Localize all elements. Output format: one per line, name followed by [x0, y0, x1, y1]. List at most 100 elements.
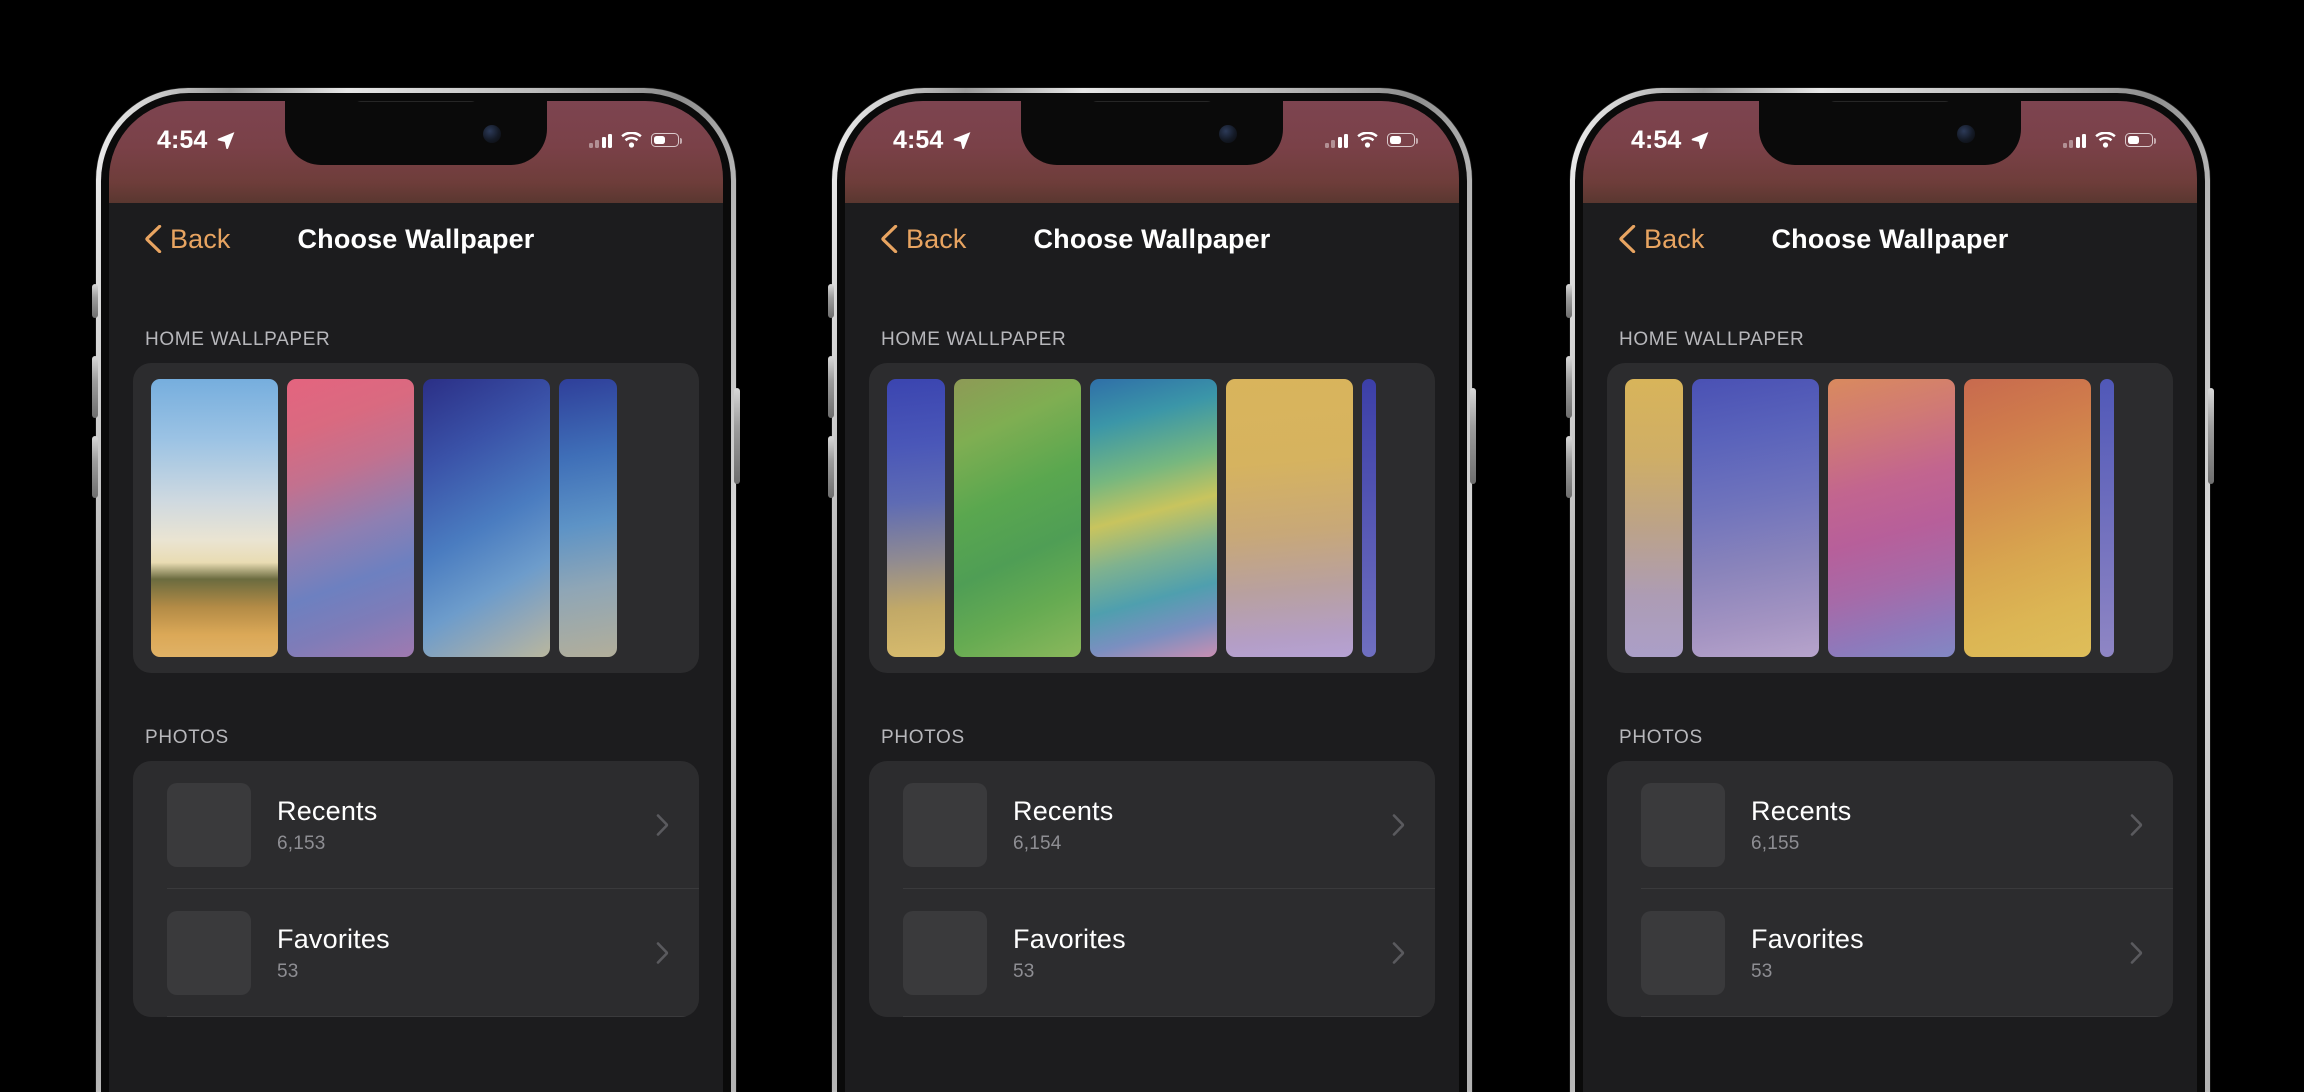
section-header-photos: PHOTOS: [145, 727, 229, 748]
power-button[interactable]: [734, 388, 740, 484]
album-thumbnail: [167, 783, 251, 867]
phone-mockup-3: 4:54 Back Choose Wallpaper HOME WALLPAPE…: [1566, 88, 2214, 1092]
back-button[interactable]: Back: [881, 224, 966, 255]
volume-down-button[interactable]: [92, 436, 98, 498]
battery-icon: [2125, 133, 2157, 147]
list-item-title: Favorites: [1751, 923, 1864, 954]
list-item-recents[interactable]: Recents 6,154: [869, 761, 1435, 889]
chevron-left-icon: [145, 225, 162, 253]
wallpaper-thumbnail[interactable]: [559, 379, 617, 657]
phone-screen-1: 4:54 Back Choose Wallpaper HOME WALLPAPE…: [109, 101, 723, 1092]
list-item-favorites[interactable]: Favorites 53: [133, 889, 699, 1017]
wallpaper-thumbnail[interactable]: [151, 379, 278, 657]
wallpaper-thumbnail[interactable]: [1362, 379, 1376, 657]
location-arrow-icon: [954, 132, 971, 150]
list-item-title: Recents: [1751, 795, 1852, 826]
section-header-home-wallpaper: HOME WALLPAPER: [1619, 329, 1805, 350]
list-item-title: Favorites: [1013, 923, 1126, 954]
navigation-bar: Back Choose Wallpaper: [845, 203, 1459, 275]
wallpaper-thumbnail[interactable]: [1625, 379, 1683, 657]
wallpaper-thumbnail[interactable]: [2100, 379, 2114, 657]
page-title: Choose Wallpaper: [297, 223, 535, 254]
list-item-count: 6,153: [277, 832, 326, 854]
settings-content: HOME WALLPAPER PHOTOS Recents 6,153 Favo…: [109, 275, 723, 1092]
battery-icon: [651, 133, 683, 147]
back-label: Back: [906, 223, 967, 254]
power-button[interactable]: [2208, 388, 2214, 484]
album-thumbnail: [1641, 783, 1725, 867]
list-item-favorites[interactable]: Favorites 53: [869, 889, 1435, 1017]
volume-up-button[interactable]: [1566, 356, 1572, 418]
list-item-recents[interactable]: Recents 6,155: [1607, 761, 2173, 889]
volume-down-button[interactable]: [828, 436, 834, 498]
status-right: [588, 118, 684, 148]
list-item-favorites[interactable]: Favorites 53: [1607, 889, 2173, 1017]
status-right: [1324, 118, 1420, 148]
navigation-bar: Back Choose Wallpaper: [1583, 203, 2197, 275]
home-wallpaper-card: [869, 363, 1435, 673]
status-clock: 4:54: [893, 125, 944, 154]
wallpaper-thumbnail[interactable]: [1964, 379, 2091, 657]
section-header-photos: PHOTOS: [881, 727, 965, 748]
home-wallpaper-card: [133, 363, 699, 673]
section-header-photos: PHOTOS: [1619, 727, 1703, 748]
navigation-bar: Back Choose Wallpaper: [109, 203, 723, 275]
back-label: Back: [1644, 223, 1705, 254]
wallpaper-thumbnail[interactable]: [1226, 379, 1353, 657]
wallpaper-thumbnail[interactable]: [1828, 379, 1955, 657]
wallpaper-thumbnail[interactable]: [1090, 379, 1217, 657]
row-separator: [1641, 1016, 2173, 1017]
list-item-count: 53: [1751, 960, 1773, 982]
wifi-icon: [621, 132, 642, 148]
list-item-count: 6,155: [1751, 832, 1800, 854]
back-button[interactable]: Back: [1619, 224, 1704, 255]
status-clock: 4:54: [1631, 125, 1682, 154]
status-left: 4:54: [1623, 112, 1710, 155]
album-thumbnail: [903, 911, 987, 995]
status-clock: 4:54: [157, 125, 208, 154]
wallpaper-thumbnail[interactable]: [1692, 379, 1819, 657]
list-item-count: 53: [1013, 960, 1035, 982]
list-item-count: 6,154: [1013, 832, 1062, 854]
wallpaper-thumbnail[interactable]: [887, 379, 945, 657]
mute-switch[interactable]: [92, 284, 98, 318]
power-button[interactable]: [1470, 388, 1476, 484]
screenshot-canvas: 4:54 Back Choose Wallpaper HOME WALLPAPE…: [0, 0, 2304, 1092]
location-arrow-icon: [218, 132, 235, 150]
status-bar: 4:54: [1583, 101, 2197, 165]
chevron-right-icon: [2130, 942, 2143, 964]
wallpaper-thumbnail[interactable]: [954, 379, 1081, 657]
list-item-title: Favorites: [277, 923, 390, 954]
list-item-title: Recents: [1013, 795, 1114, 826]
mute-switch[interactable]: [1566, 284, 1572, 318]
cellular-bars-icon: [2062, 132, 2086, 148]
settings-content: HOME WALLPAPER PHOTOS Rece: [845, 275, 1459, 1092]
chevron-right-icon: [656, 814, 669, 836]
cellular-bars-icon: [588, 132, 612, 148]
wifi-icon: [2095, 132, 2116, 148]
wallpaper-carousel[interactable]: [887, 379, 1435, 657]
status-left: 4:54: [149, 112, 236, 155]
list-item-title: Recents: [277, 795, 378, 826]
photos-card: Recents 6,155 Favorites 53: [1607, 761, 2173, 1017]
list-item-recents[interactable]: Recents 6,153: [133, 761, 699, 889]
volume-up-button[interactable]: [828, 356, 834, 418]
status-right: [2062, 118, 2158, 148]
album-thumbnail: [1641, 911, 1725, 995]
phone-screen-3: 4:54 Back Choose Wallpaper HOME WALLPAPE…: [1583, 101, 2197, 1092]
wifi-icon: [1357, 132, 1378, 148]
back-label: Back: [170, 223, 231, 254]
volume-up-button[interactable]: [92, 356, 98, 418]
mute-switch[interactable]: [828, 284, 834, 318]
volume-down-button[interactable]: [1566, 436, 1572, 498]
phone-mockup-1: 4:54 Back Choose Wallpaper HOME WALLPAPE…: [92, 88, 740, 1092]
wallpaper-carousel[interactable]: [151, 379, 699, 657]
chevron-right-icon: [2130, 814, 2143, 836]
wallpaper-thumbnail[interactable]: [423, 379, 550, 657]
back-button[interactable]: Back: [145, 224, 230, 255]
settings-content: HOME WALLPAPER PHOTOS Rece: [1583, 275, 2197, 1092]
wallpaper-carousel[interactable]: [1625, 379, 2173, 657]
wallpaper-thumbnail[interactable]: [287, 379, 414, 657]
chevron-left-icon: [1619, 225, 1636, 253]
chevron-right-icon: [1392, 942, 1405, 964]
